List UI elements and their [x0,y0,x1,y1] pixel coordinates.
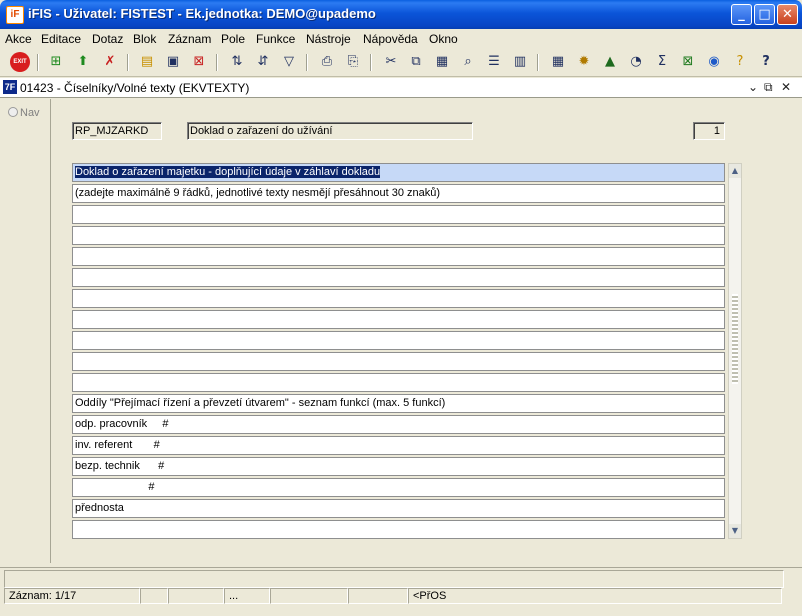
calculator-icon[interactable]: ▦ [549,53,567,71]
list-icon[interactable]: ☰ [485,53,503,71]
left-panel: Nav [2,99,51,563]
text-row[interactable] [72,289,725,308]
vertical-scrollbar[interactable]: ▲ ▼ [728,163,742,539]
form-minimize-icon[interactable]: ⌄ [748,80,758,94]
minimize-button[interactable]: _ [731,4,752,25]
form-restore-icon[interactable]: ⧉ [764,80,773,95]
status-mode: <PřOS [408,588,782,604]
app-icon: iF [6,6,24,24]
text-row[interactable] [72,268,725,287]
help-context-icon[interactable]: ? [731,53,749,71]
window-title: iFIS - Uživatel: FISTEST - Ek.jednotka: … [28,6,376,21]
scroll-up-icon[interactable]: ▲ [729,164,741,178]
menu-dotaz[interactable]: Dotaz [92,32,123,46]
description-field[interactable]: Doklad o zařazení do užívání [187,122,473,140]
menu-zaznam[interactable]: Záznam [168,32,211,46]
filter-icon[interactable]: ▽ [280,53,298,71]
message-line [4,570,784,588]
copy-icon[interactable]: ⧉ [407,53,425,71]
excel-icon[interactable]: ⊠ [679,53,697,71]
scroll-thumb[interactable] [732,294,738,384]
query-enter-icon[interactable]: ▤ [138,53,156,71]
sum-icon[interactable]: Σ [653,53,671,71]
text-row[interactable] [72,331,725,350]
form-title: 01423 - Číselníky/Volné texty (EKVTEXTY) [20,81,250,95]
find-icon[interactable]: ⌕ [459,53,477,71]
text-row[interactable]: # [72,478,725,497]
code-field[interactable]: RP_MJZARKD [72,122,162,140]
menu-bar: Akce Editace Dotaz Blok Záznam Pole Funk… [0,29,802,49]
menu-blok[interactable]: Blok [133,32,156,46]
query-cancel-icon[interactable]: ⊠ [190,53,208,71]
triangle-icon[interactable]: ▲ [601,53,619,71]
menu-pole[interactable]: Pole [221,32,245,46]
paste-icon[interactable]: ▦ [433,53,451,71]
text-row[interactable] [72,310,725,329]
nav-radio[interactable]: Nav [8,107,40,119]
status-record: Záznam: 1/17 [4,588,140,604]
text-row[interactable]: Oddíly "Přejímací řízení a převzetí útva… [72,394,725,413]
window-titlebar: iF iFIS - Uživatel: FISTEST - Ek.jednotk… [0,0,802,29]
sort-descending-icon[interactable]: ⇵ [254,53,272,71]
sort-ascending-icon[interactable]: ⇅ [228,53,246,71]
nav-label: Nav [20,107,40,119]
close-button[interactable]: ✕ [777,4,798,25]
clock-icon[interactable]: ◔ [627,53,645,71]
record-number-field[interactable]: 1 [693,122,725,140]
form-titlebar: 7F 01423 - Číselníky/Volné texty (EKVTEX… [0,78,802,98]
text-row[interactable] [72,352,725,371]
status-cell [270,588,348,604]
text-row[interactable]: inv. referent # [72,436,725,455]
menu-akce[interactable]: Akce [5,32,32,46]
web-icon[interactable]: ◉ [705,53,723,71]
form-close-icon[interactable]: ✕ [781,80,791,94]
columns-icon[interactable]: ▥ [511,53,529,71]
text-row[interactable] [72,373,725,392]
delete-record-icon[interactable]: ✗ [101,53,119,71]
print-icon[interactable]: ⎙ [318,53,336,71]
text-row[interactable]: přednosta [72,499,725,518]
status-bar: Záznam: 1/17 ... <PřOS [0,567,802,616]
form-icon: 7F [3,80,17,94]
exit-button[interactable]: EXIT [10,52,30,72]
text-row[interactable] [72,247,725,266]
status-cell [140,588,168,604]
menu-funkce[interactable]: Funkce [256,32,295,46]
query-execute-icon[interactable]: ▣ [164,53,182,71]
help-icon[interactable]: ? [757,53,775,71]
radio-icon [8,107,18,117]
menu-napoveda[interactable]: Nápověda [363,32,418,46]
insert-record-icon[interactable]: ⊞ [47,53,65,71]
status-cell [168,588,224,604]
print-preview-icon[interactable]: ⎘ [344,53,362,71]
menu-nastroje[interactable]: Nástroje [306,32,351,46]
text-row[interactable]: Doklad o zařazení majetku - doplňující ú… [72,163,725,182]
text-row[interactable] [72,226,725,245]
text-row[interactable] [72,205,725,224]
save-record-icon[interactable]: ⬆ [74,53,92,71]
text-row[interactable]: bezp. technik # [72,457,725,476]
text-row[interactable] [72,520,725,539]
text-row[interactable]: (zadejte maximálně 9 řádků, jednotlivé t… [72,184,725,203]
toolbar: EXIT ⊞ ⬆ ✗ ▤ ▣ ⊠ ⇅ ⇵ ▽ ⎙ ⎘ ✂ ⧉ ▦ ⌕ ☰ ▥ ▦… [0,49,802,77]
menu-editace[interactable]: Editace [41,32,81,46]
menu-okno[interactable]: Okno [429,32,458,46]
status-cell [348,588,408,604]
text-row[interactable]: odp. pracovník # [72,415,725,434]
cut-icon[interactable]: ✂ [382,53,400,71]
settings-icon[interactable]: ✹ [575,53,593,71]
maximize-button[interactable]: □ [754,4,775,25]
scroll-down-icon[interactable]: ▼ [729,524,741,538]
status-dots: ... [224,588,270,604]
